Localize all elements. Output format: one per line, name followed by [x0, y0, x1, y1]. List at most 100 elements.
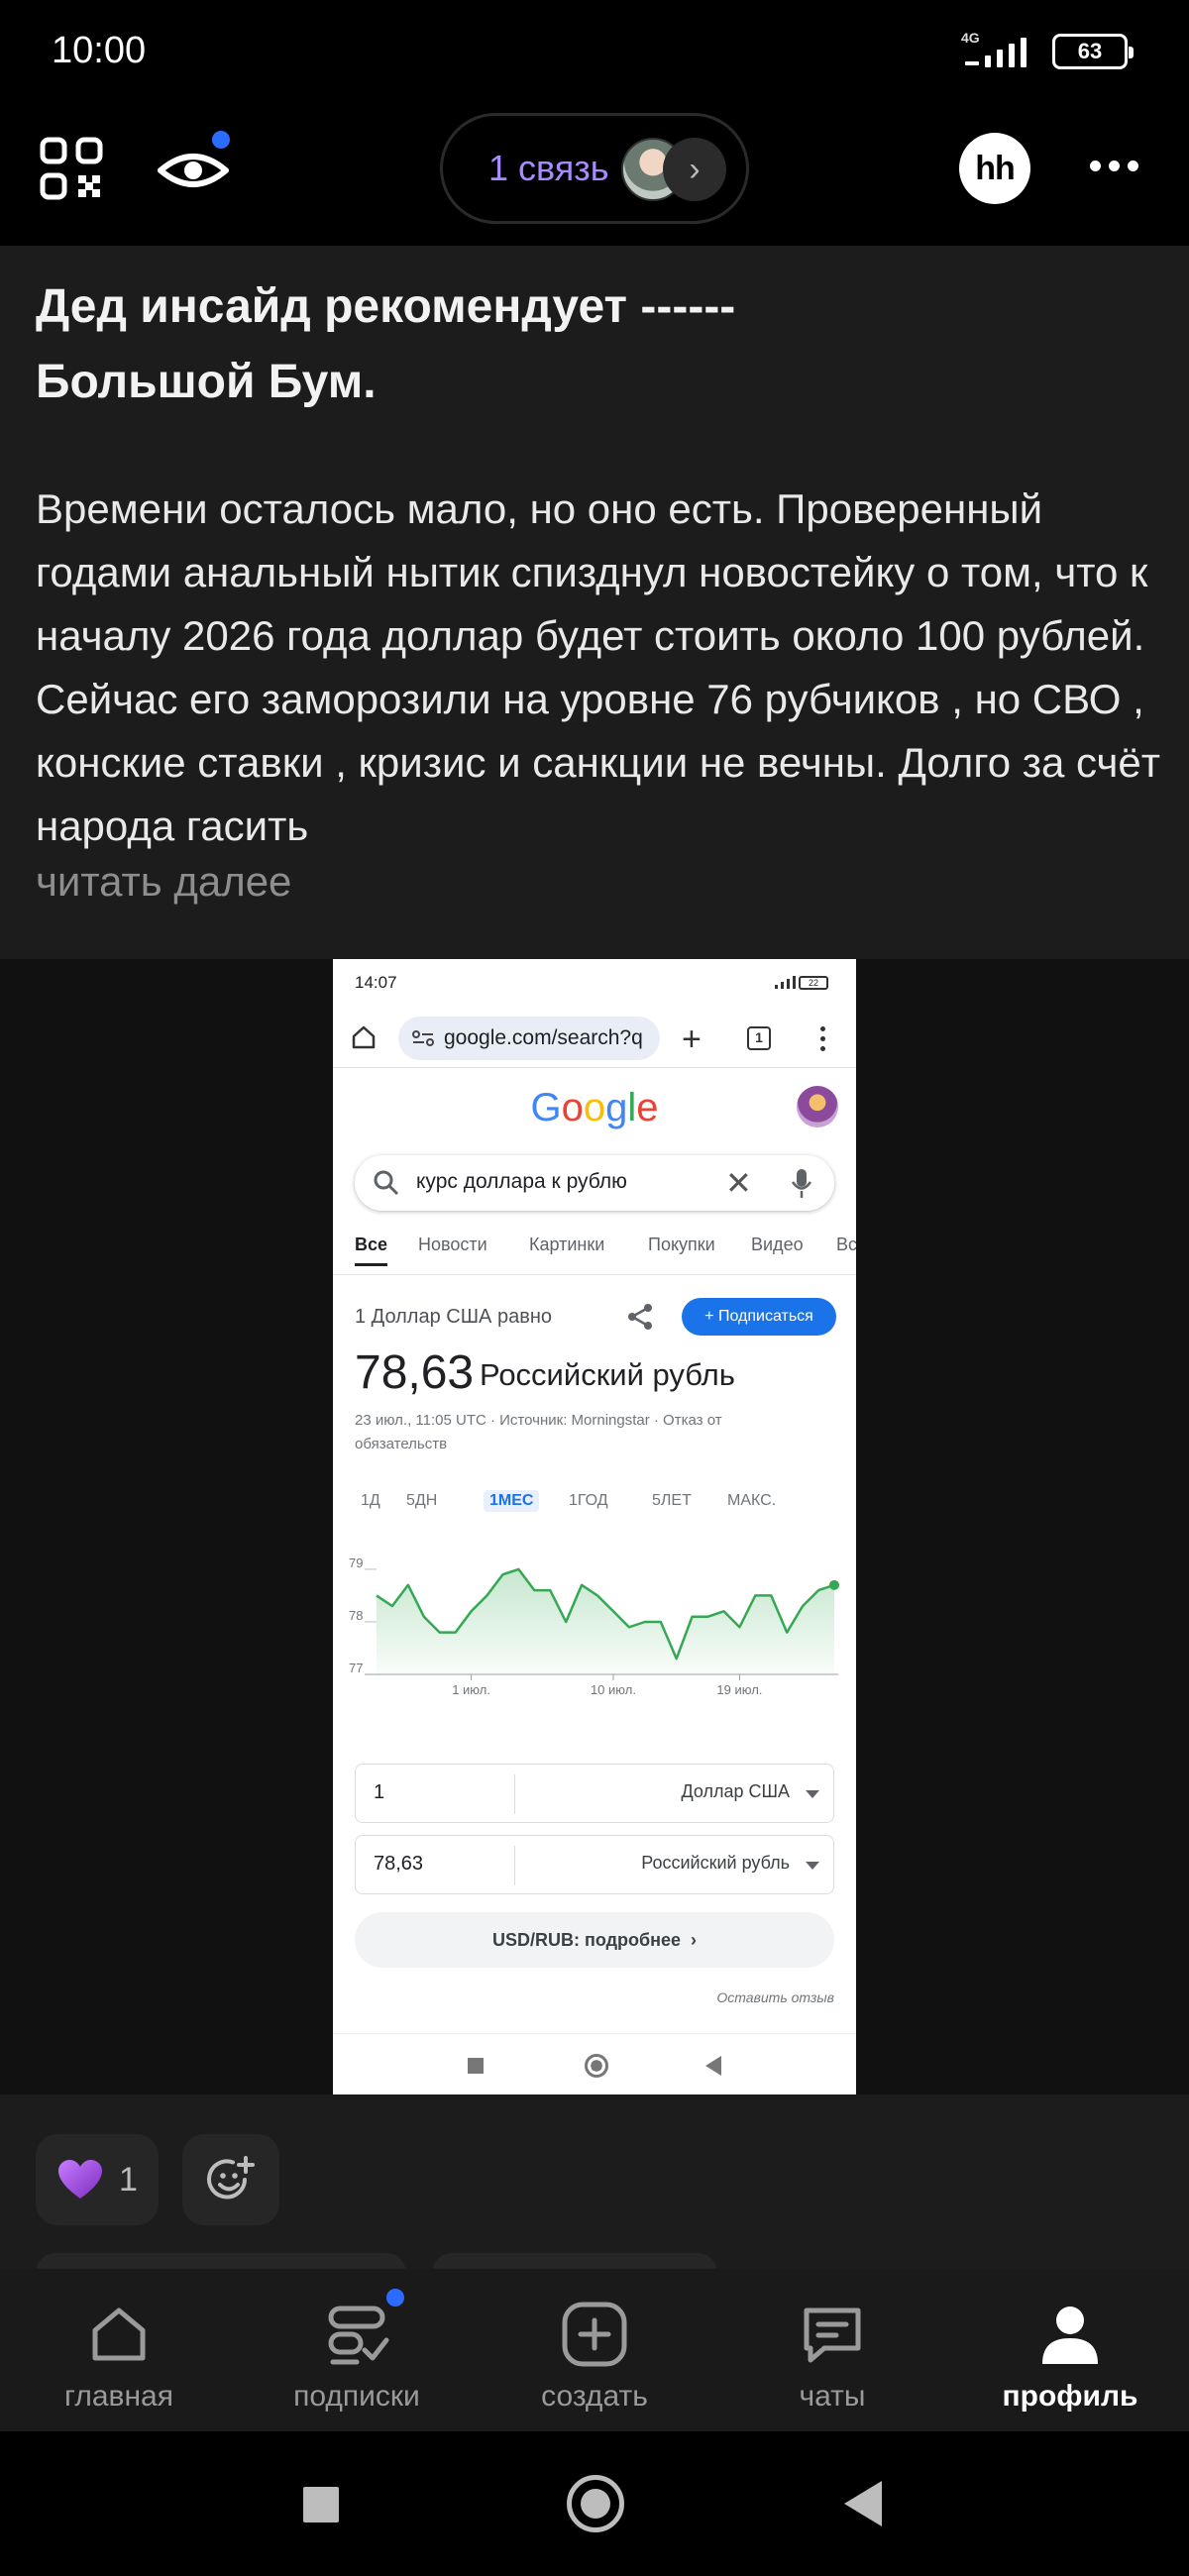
share-icon — [628, 1304, 652, 1330]
shot-signal-icon — [775, 976, 796, 989]
chart-last-point — [829, 1579, 839, 1590]
nav-profile-label: профиль — [1002, 2380, 1138, 2413]
chat-icon — [804, 2308, 861, 2363]
nav-subscriptions[interactable]: подписки — [238, 2269, 476, 2431]
chart-x-tick: 19 июл. — [716, 1682, 762, 1697]
home-icon — [92, 2308, 146, 2361]
add-emoji-icon — [207, 2156, 255, 2200]
home-button-icon — [585, 2054, 608, 2078]
exchange-rate-chart: 79 78 77 1 июл. 10 июл. 19 июл. — [349, 1556, 839, 1697]
shot-system-nav — [333, 2033, 856, 2094]
chart-area — [377, 1568, 834, 1674]
reactions-bar: 1 — [0, 2094, 1189, 2293]
shot-tab-shopping: Покупки — [648, 1234, 715, 1254]
shot-range-5d: 5ДН — [406, 1492, 438, 1509]
like-button[interactable]: 1 — [36, 2134, 159, 2225]
recent-apps-icon — [468, 2058, 484, 2074]
chevron-right-icon: › — [663, 138, 726, 201]
nav-chats[interactable]: чаты — [713, 2269, 951, 2431]
nav-home[interactable]: главная — [0, 2269, 238, 2431]
tabs-count-icon: 1 — [747, 1026, 771, 1050]
status-time: 10:00 — [52, 30, 147, 71]
post-image-area[interactable]: 14:07 22 google.com/search?q + 1 Google — [0, 959, 1189, 2094]
read-more-link[interactable]: читать далее — [36, 858, 291, 906]
shot-equals-text: 1 Доллар США равно — [355, 1306, 552, 1328]
network-type: 4G — [961, 30, 980, 46]
shot-range-1d: 1Д — [361, 1492, 380, 1509]
status-indicators: 4G 63 — [961, 30, 1134, 71]
shot-search-tabs: Все Новости Картинки Покупки Видео Вс — [355, 1234, 856, 1274]
site-settings-icon — [412, 1030, 434, 1046]
shot-tab-images: Картинки — [529, 1234, 605, 1254]
back-button[interactable] — [844, 2481, 882, 2526]
hh-logo[interactable]: hh — [959, 133, 1030, 204]
bottom-navigation: главная подписки создать чаты профиль — [0, 2269, 1189, 2431]
post-title: Дед инсайд рекомендует ------ Большой Бу… — [36, 280, 736, 408]
recent-apps-button[interactable] — [303, 2487, 339, 2522]
shot-status-time: 14:07 — [355, 973, 397, 992]
app-header: 1 связь › hh — [0, 109, 1189, 246]
browser-menu-icon — [820, 1026, 825, 1051]
purple-heart-icon — [58, 2160, 102, 2199]
connections-label: 1 связь — [488, 148, 609, 188]
shot-range-5y: 5ЛЕТ — [652, 1492, 692, 1509]
shot-account-avatar — [797, 1086, 838, 1127]
profile-icon — [1042, 2307, 1098, 2364]
attached-screenshot[interactable]: 14:07 22 google.com/search?q + 1 Google — [333, 959, 856, 2094]
shot-from-currency: Доллар США — [681, 1781, 790, 1801]
shot-range-1y: 1ГОД — [569, 1492, 608, 1509]
system-navigation — [0, 2431, 1189, 2576]
shot-search-box: курс доллара к рублю ✕ — [355, 1155, 834, 1211]
back-icon — [705, 2056, 721, 2076]
shot-search-query: курс доллара к рублю — [416, 1170, 627, 1193]
battery-level: 63 — [1077, 39, 1103, 63]
status-bar: 10:00 4G 63 — [0, 0, 1189, 109]
dropdown-caret-icon — [806, 1790, 819, 1798]
mic-icon — [791, 1169, 812, 1198]
chart-x-tick: 1 июл. — [452, 1682, 490, 1697]
shot-range-1m: 1МЕС — [484, 1490, 540, 1512]
chart-y-tick: 77 — [349, 1661, 363, 1675]
home-icon — [352, 1025, 376, 1049]
connections-pill[interactable]: 1 связь › — [440, 113, 749, 224]
home-button[interactable] — [567, 2475, 624, 2532]
shot-from-amount: 1 — [374, 1781, 385, 1803]
search-icon — [374, 1170, 399, 1196]
like-count: 1 — [119, 2160, 138, 2199]
notification-dot — [386, 2289, 404, 2307]
chart-y-tick: 79 — [349, 1556, 363, 1570]
shot-tab-all: Все — [355, 1234, 388, 1266]
shot-to-currency: Российский рубль — [641, 1853, 790, 1873]
shot-more-button: USD/RUB: подробнее › — [355, 1912, 834, 1968]
shot-to-field: 78,63 Российский рубль — [355, 1835, 834, 1894]
nav-create[interactable]: создать — [476, 2269, 713, 2431]
notification-dot — [212, 131, 230, 149]
qr-code-icon[interactable] — [40, 137, 103, 200]
shot-divider — [333, 1274, 856, 1275]
create-icon — [562, 2302, 627, 2367]
nav-chats-label: чаты — [799, 2380, 866, 2413]
nav-profile[interactable]: профиль — [951, 2269, 1189, 2431]
shot-source-text: 23 июл., 11:05 UTC · Источник: Morningst… — [355, 1412, 722, 1452]
shot-subscribe-button: + Подписаться — [682, 1298, 836, 1336]
shot-url-field: google.com/search?q — [398, 1017, 660, 1060]
clear-icon: ✕ — [725, 1165, 752, 1201]
google-logo: Google — [530, 1086, 659, 1129]
shot-tab-news: Новости — [418, 1234, 487, 1254]
battery-icon: 63 — [1052, 34, 1134, 69]
shot-range-max: МАКС. — [727, 1492, 777, 1509]
shot-from-field: 1 Доллар США — [355, 1764, 834, 1823]
signal-icon: 4G — [961, 30, 1034, 71]
chart-y-tick: 78 — [349, 1608, 363, 1623]
shot-range-selector: 1Д 5ДН 1МЕС 1ГОД 5ЛЕТ МАКС. — [355, 1490, 850, 1522]
new-tab-icon: + — [682, 1020, 702, 1058]
shot-battery-icon: 22 — [799, 976, 828, 990]
shot-tab-video: Видео — [751, 1234, 804, 1254]
post-body: Времени осталось мало, но оно есть. Пров… — [36, 485, 1161, 849]
shot-rate-unit: Российский рубль — [480, 1357, 735, 1392]
more-options-icon[interactable] — [1090, 161, 1138, 171]
shot-url-text: google.com/search?q — [444, 1026, 643, 1049]
shot-to-amount: 78,63 — [374, 1853, 424, 1875]
add-reaction-button[interactable] — [182, 2134, 279, 2225]
dropdown-caret-icon — [806, 1862, 819, 1870]
